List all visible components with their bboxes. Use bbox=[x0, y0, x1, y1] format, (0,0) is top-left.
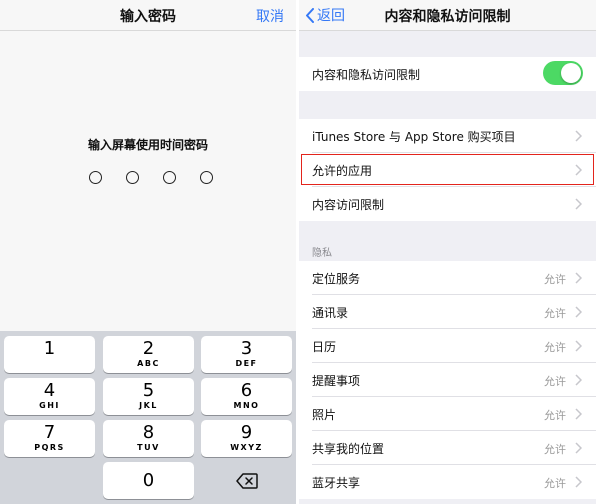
chevron-right-icon bbox=[575, 306, 582, 318]
toggle-row-label: 内容和隐私访问限制 bbox=[312, 68, 421, 82]
key-letters: PQRS bbox=[34, 443, 65, 452]
key-5[interactable]: 5 JKL bbox=[103, 378, 194, 415]
key-letters: DEF bbox=[235, 359, 258, 368]
key-digit: 4 bbox=[43, 380, 56, 401]
key-digit: 8 bbox=[142, 422, 155, 443]
row-value: 允许 bbox=[544, 375, 566, 388]
key-letters: TUV bbox=[137, 443, 160, 452]
row-content-restrictions[interactable]: 内容访问限制 bbox=[299, 187, 596, 221]
key-letters: ABC bbox=[137, 359, 160, 368]
key-digit: 7 bbox=[43, 422, 56, 443]
row-contacts[interactable]: 通讯录 允许 bbox=[299, 295, 596, 329]
key-2[interactable]: 2 ABC bbox=[103, 336, 194, 373]
passcode-dot bbox=[89, 171, 102, 184]
row-store-purchases[interactable]: iTunes Store 与 App Store 购买项目 bbox=[299, 119, 596, 153]
key-9[interactable]: 9 WXYZ bbox=[201, 420, 292, 457]
passcode-dot bbox=[163, 171, 176, 184]
key-0[interactable]: 0 bbox=[103, 462, 194, 499]
passcode-dots bbox=[89, 171, 213, 188]
backspace-icon bbox=[236, 473, 258, 489]
row-bluetooth-sharing[interactable]: 蓝牙共享 允许 bbox=[299, 465, 596, 499]
chevron-right-icon bbox=[575, 164, 582, 176]
row-share-my-location[interactable]: 共享我的位置 允许 bbox=[299, 431, 596, 465]
key-3[interactable]: 3 DEF bbox=[201, 336, 292, 373]
key-letters: GHI bbox=[39, 401, 60, 410]
numeric-keypad: 1 2 ABC 3 DEF 4 GHI 5 JKL 6 MNO 7 PQRS 8 bbox=[0, 331, 296, 504]
row-value: 允许 bbox=[544, 341, 566, 354]
restrictions-toggle[interactable] bbox=[543, 61, 583, 85]
chevron-right-icon bbox=[575, 130, 582, 142]
row-calendars[interactable]: 日历 允许 bbox=[299, 329, 596, 363]
chevron-right-icon bbox=[575, 198, 582, 210]
key-6[interactable]: 6 MNO bbox=[201, 378, 292, 415]
key-digit: 2 bbox=[142, 338, 155, 359]
key-letters: WXYZ bbox=[230, 443, 263, 452]
passcode-dot bbox=[200, 171, 213, 184]
key-4[interactable]: 4 GHI bbox=[4, 378, 95, 415]
key-digit: 1 bbox=[43, 338, 56, 359]
chevron-right-icon bbox=[575, 374, 582, 386]
restrictions-toggle-row: 内容和隐私访问限制 bbox=[299, 57, 596, 91]
key-letters: MNO bbox=[233, 401, 260, 410]
passcode-navbar: 输入密码 取消 bbox=[0, 0, 296, 31]
key-digit: 3 bbox=[240, 338, 253, 359]
row-label: 定位服务 bbox=[312, 272, 361, 286]
key-7[interactable]: 7 PQRS bbox=[4, 420, 95, 457]
passcode-title: 输入密码 bbox=[120, 9, 176, 25]
chevron-right-icon bbox=[575, 272, 582, 284]
chevron-right-icon bbox=[575, 408, 582, 420]
key-digit: 0 bbox=[142, 470, 155, 491]
passcode-dot bbox=[126, 171, 139, 184]
restrictions-navbar: 返回 内容和隐私访问限制 bbox=[299, 0, 596, 31]
row-label: 允许的应用 bbox=[312, 164, 373, 178]
key-digit: 5 bbox=[142, 380, 155, 401]
row-label: 蓝牙共享 bbox=[312, 476, 361, 490]
toggle-knob bbox=[561, 63, 581, 83]
delete-key[interactable] bbox=[201, 462, 292, 499]
row-label: 共享我的位置 bbox=[312, 442, 385, 456]
restrictions-title: 内容和隐私访问限制 bbox=[384, 9, 511, 25]
key-8[interactable]: 8 TUV bbox=[103, 420, 194, 457]
key-1[interactable]: 1 bbox=[4, 336, 95, 373]
key-digit: 9 bbox=[240, 422, 253, 443]
row-label: 内容访问限制 bbox=[312, 198, 385, 212]
row-label: 通讯录 bbox=[312, 306, 349, 320]
row-label: 日历 bbox=[312, 340, 337, 354]
privacy-section-header: 隐私 bbox=[312, 248, 332, 259]
restrictions-screen: 返回 内容和隐私访问限制 内容和隐私访问限制 iTunes Store 与 Ap… bbox=[299, 0, 596, 504]
cancel-button[interactable]: 取消 bbox=[256, 6, 284, 26]
chevron-right-icon bbox=[575, 340, 582, 352]
key-digit: 6 bbox=[240, 380, 253, 401]
row-value: 允许 bbox=[544, 477, 566, 490]
row-value: 允许 bbox=[544, 409, 566, 422]
passcode-prompt: 输入屏幕使用时间密码 bbox=[87, 138, 208, 152]
row-value: 允许 bbox=[544, 307, 566, 320]
chevron-right-icon bbox=[575, 442, 582, 454]
row-photos[interactable]: 照片 允许 bbox=[299, 397, 596, 431]
row-value: 允许 bbox=[544, 273, 566, 286]
row-value: 允许 bbox=[544, 443, 566, 456]
row-label: 提醒事项 bbox=[312, 374, 361, 388]
passcode-screen: 输入密码 取消 输入屏幕使用时间密码 1 2 ABC 3 DEF 4 GHI 5… bbox=[0, 0, 296, 504]
row-reminders[interactable]: 提醒事项 允许 bbox=[299, 363, 596, 397]
row-label: 照片 bbox=[312, 408, 337, 422]
chevron-right-icon bbox=[575, 476, 582, 488]
key-letters: JKL bbox=[139, 401, 158, 410]
row-location-services[interactable]: 定位服务 允许 bbox=[299, 261, 596, 295]
row-allowed-apps[interactable]: 允许的应用 bbox=[299, 153, 596, 187]
row-label: iTunes Store 与 App Store 购买项目 bbox=[312, 130, 516, 144]
